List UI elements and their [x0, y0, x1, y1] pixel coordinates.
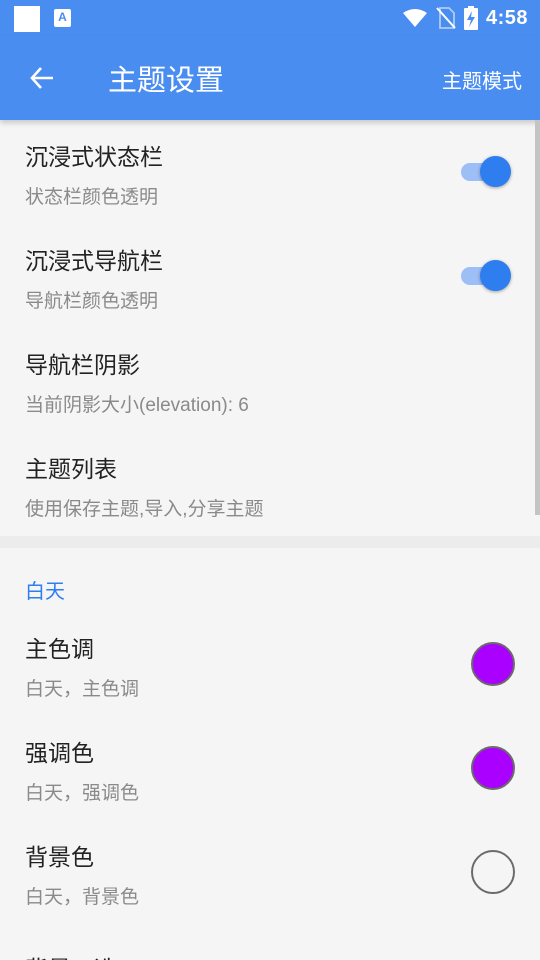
setting-subtitle: 白天，背景色 — [25, 887, 140, 908]
partial-list-item-title[interactable]: 背景二选 — [25, 950, 117, 960]
setting-subtitle: 白天，主色调 — [25, 679, 140, 700]
arrow-left-icon — [30, 67, 53, 89]
battery-charging-icon — [463, 6, 478, 30]
status-bar-right: 4:58 — [402, 0, 528, 36]
section-header-day: 白天 — [25, 581, 65, 603]
setting-nav-bar-shadow[interactable]: 导航栏阴影 当前阴影大小(elevation): 6 — [0, 328, 540, 432]
primary-color-swatch[interactable] — [471, 642, 515, 686]
wifi-icon — [402, 9, 427, 27]
setting-subtitle: 使用保存主题,导入,分享主题 — [25, 499, 264, 520]
setting-title: 沉浸式导航栏 — [25, 248, 163, 274]
setting-subtitle: 状态栏颜色透明 — [25, 187, 159, 208]
theme-mode-button[interactable]: 主题模式 — [442, 65, 522, 94]
back-button[interactable] — [22, 58, 62, 98]
settings-list: 沉浸式状态栏 状态栏颜色透明 沉浸式导航栏 导航栏颜色透明 导航栏阴影 当前阴影… — [0, 120, 540, 960]
setting-accent-color[interactable]: 强调色 白天，强调色 — [0, 716, 540, 820]
accent-color-swatch[interactable] — [471, 746, 515, 790]
scrollbar[interactable] — [535, 120, 540, 515]
square-notification-icon — [14, 6, 40, 32]
a-notification-icon: A — [54, 9, 71, 27]
setting-primary-color[interactable]: 主色调 白天，主色调 — [0, 612, 540, 716]
switch-thumb — [480, 156, 511, 187]
setting-immersive-status-bar[interactable]: 沉浸式状态栏 状态栏颜色透明 — [0, 120, 540, 224]
setting-background-color[interactable]: 背景色 白天，背景色 — [0, 820, 540, 924]
app-bar: 主题设置 主题模式 — [0, 36, 540, 120]
section-divider — [0, 536, 540, 548]
setting-title: 背景色 — [25, 844, 94, 870]
setting-title: 强调色 — [25, 740, 94, 766]
status-bar-toggle[interactable] — [459, 154, 513, 188]
setting-theme-list[interactable]: 主题列表 使用保存主题,导入,分享主题 — [0, 432, 540, 536]
background-color-swatch[interactable] — [471, 850, 515, 894]
status-bar: A 4:58 — [0, 0, 540, 36]
setting-subtitle: 导航栏颜色透明 — [25, 291, 159, 312]
setting-title: 沉浸式状态栏 — [25, 144, 163, 170]
page-title: 主题设置 — [108, 65, 225, 97]
setting-title: 主色调 — [25, 636, 94, 662]
no-sim-icon — [436, 7, 456, 29]
status-time: 4:58 — [485, 6, 528, 29]
setting-immersive-nav-bar[interactable]: 沉浸式导航栏 导航栏颜色透明 — [0, 224, 540, 328]
setting-subtitle: 当前阴影大小(elevation): 6 — [25, 395, 249, 416]
setting-title: 导航栏阴影 — [25, 352, 140, 378]
nav-bar-toggle[interactable] — [459, 258, 513, 292]
setting-subtitle: 白天，强调色 — [25, 783, 140, 804]
switch-thumb — [480, 260, 511, 291]
setting-title: 主题列表 — [25, 456, 117, 482]
